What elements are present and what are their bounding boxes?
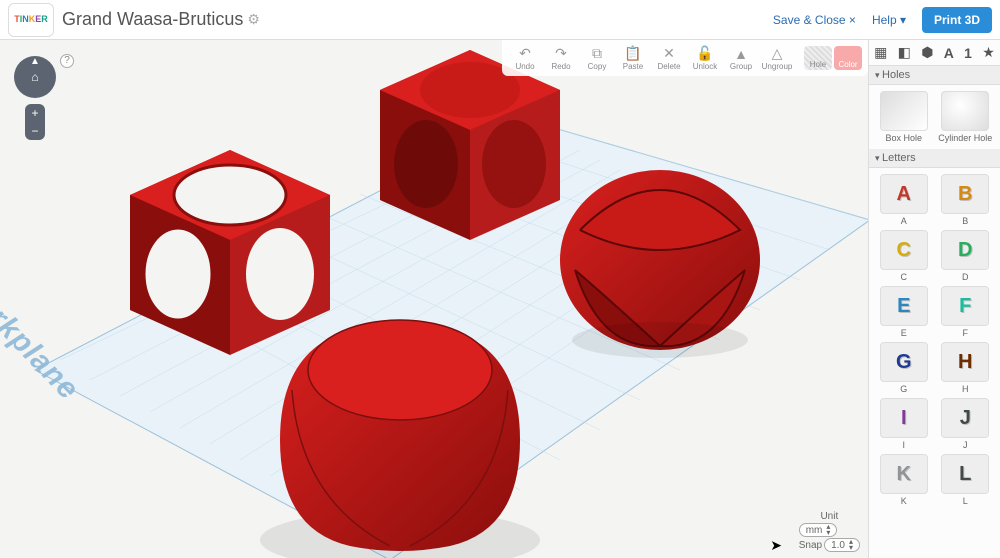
ungroup-button[interactable]: △Ungroup xyxy=(760,45,794,71)
delete-button[interactable]: ✕Delete xyxy=(652,45,686,71)
shape-letter-D[interactable]: DD xyxy=(937,230,995,282)
unit-label: Unit xyxy=(799,511,860,522)
zoom-in-button[interactable]: + xyxy=(25,104,45,122)
shape-letter-E[interactable]: EE xyxy=(875,286,933,338)
shape-box-hole[interactable]: Box Hole xyxy=(875,91,933,143)
help-link[interactable]: Help ▾ xyxy=(872,13,906,27)
help-icon[interactable]: ? xyxy=(60,54,74,68)
shape-cube-solid[interactable] xyxy=(380,50,560,240)
shape-letter-J[interactable]: JJ xyxy=(937,398,995,450)
shape-letter-B[interactable]: BB xyxy=(937,174,995,226)
redo-button[interactable]: ↷Redo xyxy=(544,45,578,71)
text-A-icon[interactable]: A xyxy=(944,45,954,61)
grid-icon[interactable]: ▦ xyxy=(874,44,887,61)
copy-button[interactable]: ⧉Copy xyxy=(580,45,614,71)
shape-letter-G[interactable]: GG xyxy=(875,342,933,394)
orbit-compass[interactable] xyxy=(14,56,56,98)
undo-button[interactable]: ↶Undo xyxy=(508,45,542,71)
shapes-sidebar: ▦ ◧ ⬢ A 1 ★ Holes Box Hole Cylinder Hole… xyxy=(868,40,1000,558)
hole-swatch[interactable]: Hole xyxy=(804,46,832,70)
category-holes-header[interactable]: Holes xyxy=(869,66,1000,85)
unlock-button[interactable]: 🔓Unlock xyxy=(688,45,722,71)
shape-letter-A[interactable]: AA xyxy=(875,174,933,226)
shape-cylinder-hole[interactable]: Cylinder Hole xyxy=(937,91,995,143)
print-3d-button[interactable]: Print 3D xyxy=(922,7,992,33)
save-close-link[interactable]: Save & Close × xyxy=(773,13,856,27)
shape-letter-C[interactable]: CC xyxy=(875,230,933,282)
holes-grid: Box Hole Cylinder Hole xyxy=(869,85,1000,149)
zoom-out-button[interactable]: − xyxy=(25,122,45,140)
star-icon[interactable]: ★ xyxy=(982,44,995,61)
shape-sphere-segmented[interactable] xyxy=(560,170,760,358)
settings-gear-icon[interactable]: ⚙ xyxy=(247,11,260,28)
view-navigator: ? + − xyxy=(14,56,56,140)
shape-letter-F[interactable]: FF xyxy=(937,286,995,338)
letters-grid: AABBCCDDEEFFGGHHIIJJKKLL xyxy=(869,168,1000,512)
shape-letter-K[interactable]: KK xyxy=(875,454,933,506)
snap-select[interactable]: 1.0▴▾ xyxy=(824,538,860,552)
globe-icon[interactable]: ⬢ xyxy=(921,44,933,61)
edit-toolbar: ↶Undo ↷Redo ⧉Copy 📋Paste ✕Delete 🔓Unlock… xyxy=(502,40,868,76)
project-title: Grand Waasa-Bruticus xyxy=(62,9,243,30)
app-logo[interactable]: TIN KER xyxy=(8,3,54,37)
unit-snap-panel: Unit mm▴▾ Snap 1.0▴▾ xyxy=(799,511,860,552)
text-1-icon[interactable]: 1 xyxy=(964,45,972,61)
paste-button[interactable]: 📋Paste xyxy=(616,45,650,71)
shape-letter-H[interactable]: HH xyxy=(937,342,995,394)
unit-select[interactable]: mm▴▾ xyxy=(799,523,838,537)
category-letters-header[interactable]: Letters xyxy=(869,149,1000,168)
group-button[interactable]: ▲Group xyxy=(724,46,758,71)
cube-icon[interactable]: ◧ xyxy=(898,44,911,61)
shape-letter-L[interactable]: LL xyxy=(937,454,995,506)
sidebar-tabs: ▦ ◧ ⬢ A 1 ★ xyxy=(869,40,1000,66)
workplane-viewport[interactable]: Workplane xyxy=(0,40,868,558)
cursor-icon: ➤ xyxy=(770,537,782,554)
shape-letter-I[interactable]: II xyxy=(875,398,933,450)
color-swatch[interactable]: Color xyxy=(834,46,862,70)
snap-label: Snap xyxy=(799,540,822,551)
header: TIN KER Grand Waasa-Bruticus ⚙ Save & Cl… xyxy=(0,0,1000,40)
